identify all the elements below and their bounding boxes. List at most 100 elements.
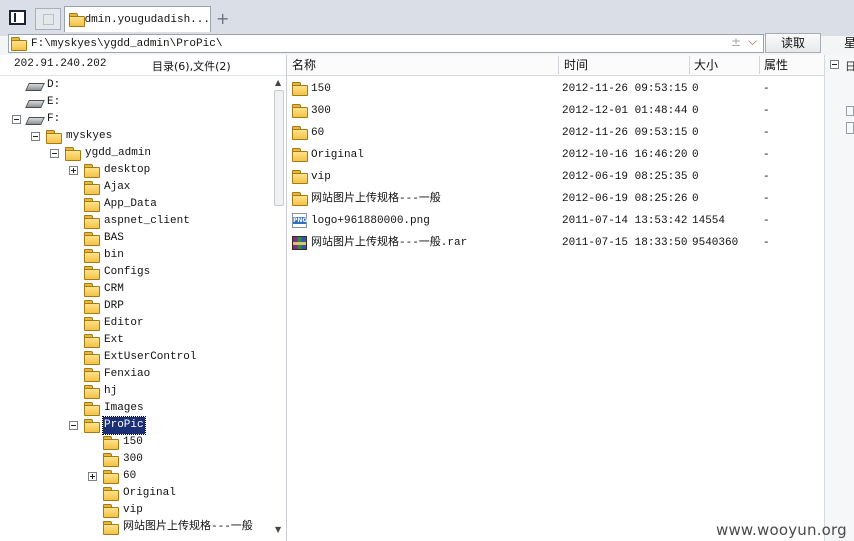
column-separator[interactable]: [759, 56, 760, 74]
collapse-minus-icon[interactable]: [31, 132, 40, 141]
folder-icon: [103, 470, 119, 484]
tree-item-label: vip: [123, 504, 143, 516]
expand-plus-icon[interactable]: [88, 472, 97, 481]
file-row[interactable]: PNG logo+961880000.png 2011-07-14 13:53:42…: [287, 210, 824, 232]
tree-item[interactable]: 300: [0, 451, 272, 468]
overflow-button[interactable]: 星: [844, 34, 854, 51]
tree-item[interactable]: vip: [0, 502, 272, 519]
tree-item[interactable]: Fenxiao: [0, 366, 272, 383]
tree-item[interactable]: 网站图片上传规格---一般: [0, 519, 272, 536]
tree-item[interactable]: aspnet_client: [0, 213, 272, 230]
file-size: 0: [692, 83, 699, 95]
tree-item[interactable]: desktop: [0, 162, 272, 179]
tree-scrollbar[interactable]: ▲ ▼: [273, 78, 286, 534]
folder-icon: [69, 13, 85, 27]
collapse-minus-icon[interactable]: [50, 149, 59, 158]
tree-item[interactable]: ProPic: [0, 416, 272, 435]
folder-icon: [292, 148, 308, 162]
tree-item-label: Ajax: [104, 181, 131, 193]
divider: [0, 75, 286, 76]
tree-item-label: myskyes: [66, 130, 113, 142]
tree-item-label: desktop: [104, 164, 151, 176]
tree-item-label: Fenxiao: [104, 368, 151, 380]
page-icon[interactable]: [846, 106, 854, 116]
column-separator[interactable]: [558, 56, 559, 74]
tree-item[interactable]: ExtUserControl: [0, 349, 272, 366]
file-name: 300: [311, 105, 331, 117]
tree-item[interactable]: Ext: [0, 332, 272, 349]
file-row[interactable]: 60 2012-11-26 09:53:15 0 -: [287, 122, 824, 144]
clipboard-icon[interactable]: [846, 122, 854, 134]
tree-item[interactable]: Configs: [0, 264, 272, 281]
file-time: 2012-10-16 16:46:20: [562, 149, 688, 161]
address-field[interactable]: F:\myskyes\ygdd_admin\ProPic\ ± ⌵: [8, 34, 764, 53]
tree-item[interactable]: 60: [0, 468, 272, 485]
tree-item[interactable]: Images: [0, 400, 272, 417]
folder-icon: [84, 164, 100, 178]
collapse-minus-icon[interactable]: [12, 115, 21, 124]
tree-item[interactable]: App_Data: [0, 196, 272, 213]
tree-item-label: CRM: [104, 283, 124, 295]
collapse-minus-icon[interactable]: [69, 421, 78, 430]
tree-item[interactable]: hj: [0, 383, 272, 400]
tree-item-label: Configs: [104, 266, 151, 278]
tree-item-label: 150: [123, 436, 143, 448]
tree-item-label: hj: [104, 385, 118, 397]
collapse-minus-icon[interactable]: [830, 60, 839, 69]
file-time: 2012-11-26 09:53:15: [562, 127, 688, 139]
tree-item[interactable]: CRM: [0, 281, 272, 298]
tree-item-label: D:: [47, 79, 61, 91]
tree-item[interactable]: 150: [0, 434, 272, 451]
scroll-down-icon[interactable]: ▼: [275, 525, 281, 534]
scroll-up-icon[interactable]: ▲: [275, 78, 281, 87]
file-size: 0: [692, 105, 699, 117]
plus-minus-icon[interactable]: ±: [731, 35, 741, 49]
folder-icon: [103, 436, 119, 450]
scrollbar-thumb[interactable]: [274, 90, 284, 206]
file-row[interactable]: 150 2012-11-26 09:53:15 0 -: [287, 78, 824, 100]
column-separator[interactable]: [689, 56, 690, 74]
tree-item[interactable]: BAS: [0, 230, 272, 247]
file-row[interactable]: 网站图片上传规格---一般.rar 2011-07-15 18:33:50 9540…: [287, 232, 824, 254]
column-header-name[interactable]: 名称: [292, 55, 316, 76]
sidebar-toggle-icon[interactable]: [9, 10, 26, 25]
folder-icon: [84, 181, 100, 195]
folder-icon: [84, 283, 100, 297]
tree-item-label: bin: [104, 249, 124, 261]
tree-item[interactable]: myskyes: [0, 128, 272, 145]
chevron-down-icon[interactable]: ⌵: [748, 34, 757, 49]
file-time: 2011-07-14 13:53:42: [562, 215, 688, 227]
tree-item-label: ygdd_admin: [85, 147, 152, 159]
file-row[interactable]: 300 2012-12-01 01:48:44 0 -: [287, 100, 824, 122]
expand-plus-icon[interactable]: [69, 166, 78, 175]
new-tab-plus-icon[interactable]: +: [216, 9, 229, 28]
file-size: 0: [692, 127, 699, 139]
tab-active[interactable]: admin.yougudadish...: [64, 6, 211, 32]
tree-item[interactable]: D:: [0, 77, 272, 94]
folder-icon: [84, 266, 100, 280]
file-row[interactable]: vip 2012-06-19 08:25:35 0 -: [287, 166, 824, 188]
file-row[interactable]: 网站图片上传规格---一般 2012-06-19 08:25:26 0 -: [287, 188, 824, 210]
folder-icon: [84, 232, 100, 246]
tree-item[interactable]: DRP: [0, 298, 272, 315]
blank-tab[interactable]: [35, 8, 61, 30]
dir-summary: 目录(6),文件(2): [152, 60, 231, 73]
column-header-attr[interactable]: 属性: [764, 55, 788, 76]
tree-item-label: F:: [47, 113, 61, 125]
file-row[interactable]: Original 2012-10-16 16:46:20 0 -: [287, 144, 824, 166]
file-attr: -: [763, 127, 770, 139]
tree-item[interactable]: Original: [0, 485, 272, 502]
tree-item[interactable]: F:: [0, 111, 272, 128]
column-header-size[interactable]: 大小: [694, 55, 718, 76]
tree-item[interactable]: Editor: [0, 315, 272, 332]
file-time: 2012-12-01 01:48:44: [562, 105, 688, 117]
tree-item[interactable]: E:: [0, 94, 272, 111]
tree-item[interactable]: ygdd_admin: [0, 145, 272, 162]
column-header-time[interactable]: 时间: [564, 55, 588, 76]
drive-icon: [27, 98, 43, 108]
file-attr: -: [763, 105, 770, 117]
file-name: 网站图片上传规格---一般: [311, 193, 441, 205]
tree-item[interactable]: Ajax: [0, 179, 272, 196]
read-button[interactable]: 读取: [765, 33, 821, 53]
tree-item[interactable]: bin: [0, 247, 272, 264]
